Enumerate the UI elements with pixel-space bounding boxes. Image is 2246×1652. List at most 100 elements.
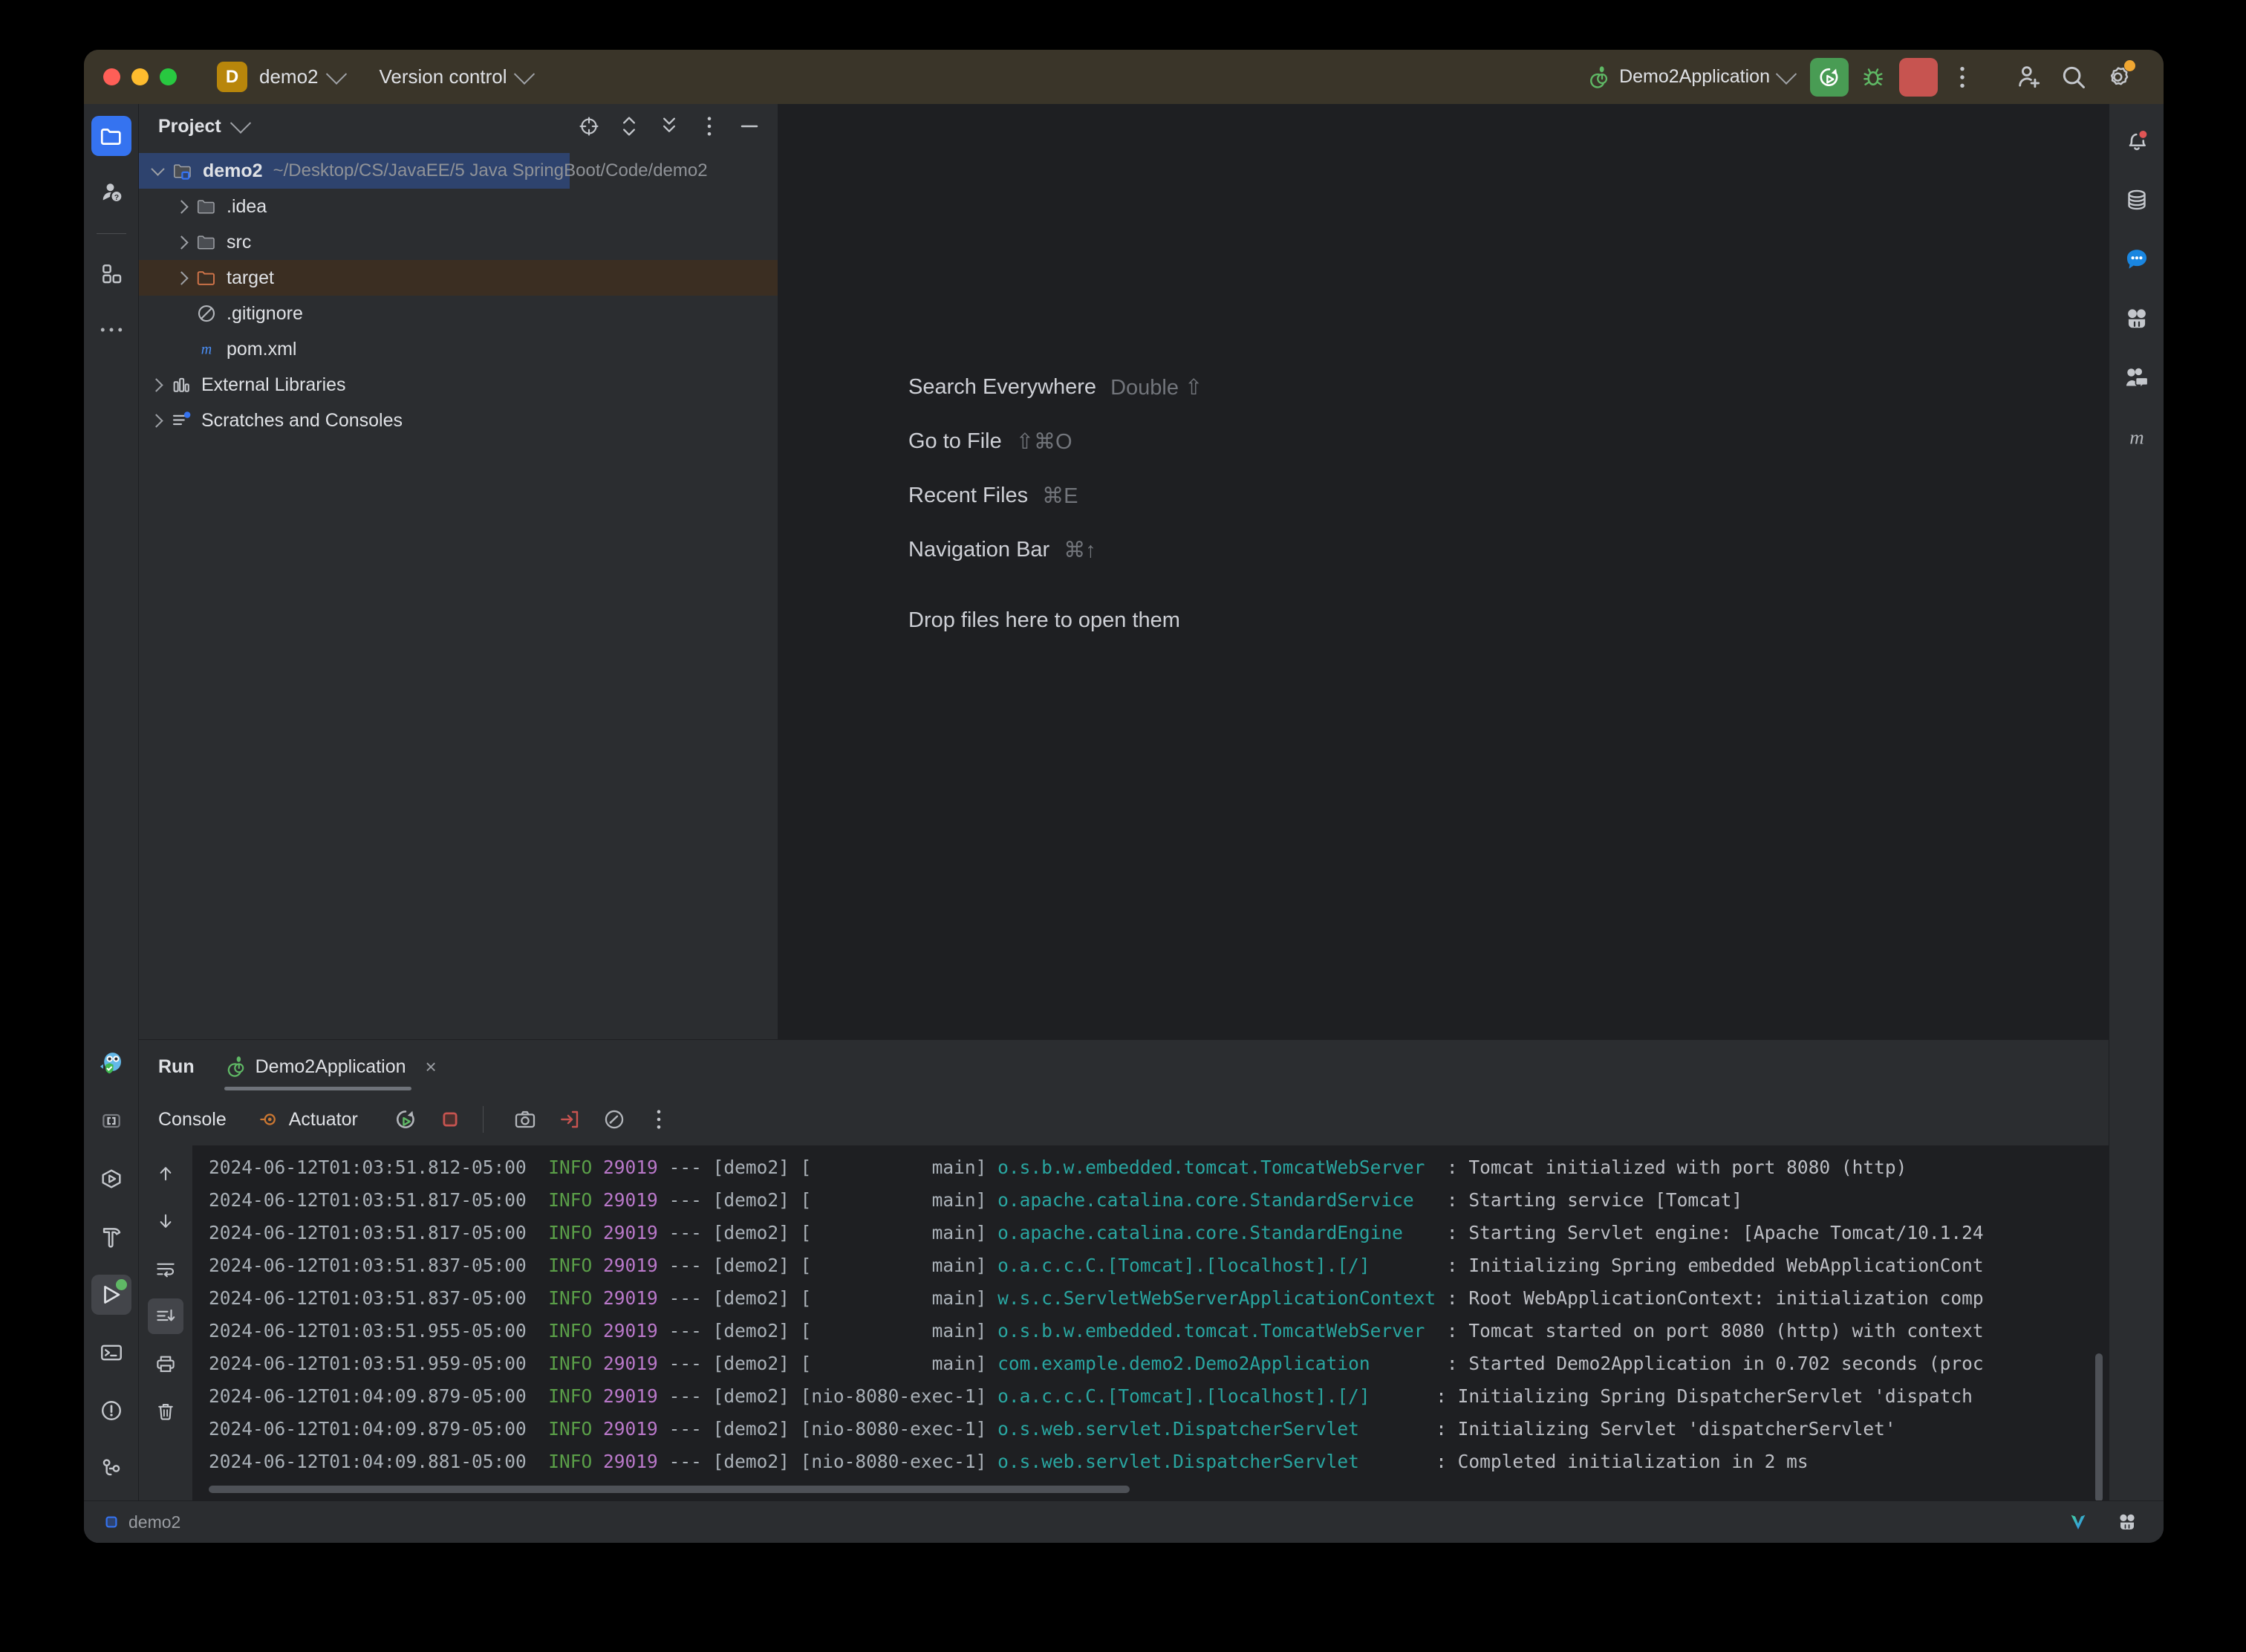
tree-row-target[interactable]: target [139, 260, 778, 296]
scroll-up-button[interactable] [148, 1156, 183, 1191]
search-button[interactable] [2054, 57, 2094, 97]
status-bar-left[interactable]: demo2 [103, 1512, 180, 1532]
chevron-right-icon[interactable] [170, 267, 192, 289]
hint-search-everywhere[interactable]: Search Everywhere Double ⇧ [908, 360, 1202, 414]
sidebar-item-code-with-me[interactable] [2117, 358, 2157, 398]
sidebar-item-build[interactable] [91, 1217, 131, 1257]
tree-row-src[interactable]: src [139, 224, 778, 260]
sidebar-item-database[interactable] [2117, 180, 2157, 220]
sidebar-item-services[interactable] [91, 1159, 131, 1199]
tree-row-pom-xml[interactable]: m pom.xml [139, 331, 778, 367]
svg-text:?: ? [114, 193, 118, 202]
console-line: 2024-06-12T01:03:51.817-05:00 INFO 29019… [209, 1189, 1743, 1211]
chevrons-updown-icon[interactable] [617, 114, 641, 138]
module-folder-icon [170, 160, 195, 182]
run-panel-toolbar: Console Actuator [139, 1093, 2109, 1145]
version-control-menu[interactable]: Version control [380, 63, 536, 88]
run-configuration-selector[interactable]: Demo2Application [1586, 63, 1797, 89]
screenshot-button[interactable] [507, 1102, 543, 1137]
tree-row-external-libraries[interactable]: External Libraries [139, 367, 778, 403]
project-chevron-down-icon[interactable] [325, 63, 347, 85]
tree-label: .gitignore [227, 302, 303, 324]
sidebar-item-terminal[interactable] [91, 1333, 131, 1373]
sidebar-item-ai-assistant[interactable] [91, 1043, 131, 1083]
sidebar-item-maven[interactable]: m [2117, 417, 2157, 458]
tree-row-demo2[interactable]: demo2 ~/Desktop/CS/JavaEE/5 Java SpringB… [139, 153, 708, 189]
tree-row-scratches-and-consoles[interactable]: Scratches and Consoles [139, 403, 778, 438]
rerun-button[interactable] [388, 1102, 423, 1137]
scratches-icon [169, 409, 194, 432]
tree-label: pom.xml [227, 338, 297, 360]
run-button[interactable] [1810, 57, 1849, 97]
tree-label: target [227, 267, 274, 288]
sidebar-item-notifications[interactable] [2117, 120, 2157, 160]
spring-boot-icon [1586, 65, 1610, 89]
svg-text:m: m [2129, 426, 2144, 449]
right-tool-window-bar: m [2109, 104, 2164, 1500]
hide-panel-icon[interactable] [738, 114, 761, 138]
console-line: 2024-06-12T01:03:51.812-05:00 INFO 29019… [209, 1157, 1907, 1178]
more-options-button[interactable] [641, 1102, 677, 1137]
close-window-button[interactable] [103, 68, 120, 85]
sidebar-item-problems[interactable] [91, 1391, 131, 1431]
title-bar: D demo2 Version control Demo2Application [84, 50, 2164, 104]
junie-status-icon[interactable] [2116, 1511, 2138, 1533]
more-actions-button[interactable] [1942, 57, 1982, 97]
sidebar-item-bookmarks[interactable] [91, 1101, 131, 1141]
editor-empty-state[interactable]: Search Everywhere Double ⇧ Go to File ⇧⌘… [778, 104, 2109, 1039]
collapse-all-icon[interactable] [657, 114, 681, 138]
chevron-right-icon[interactable] [145, 374, 167, 396]
console-output[interactable]: 2024-06-12T01:03:51.812-05:00 INFO 29019… [192, 1145, 2109, 1500]
sidebar-item-plugins[interactable] [91, 253, 131, 293]
select-opened-file-icon[interactable] [577, 114, 601, 138]
chevron-down-icon[interactable] [146, 160, 169, 182]
minimize-window-button[interactable] [131, 68, 149, 85]
vertical-ellipsis-icon[interactable] [697, 114, 721, 138]
tree-row-idea[interactable]: .idea [139, 189, 778, 224]
sidebar-item-run[interactable] [91, 1275, 131, 1315]
console-tab-label[interactable]: Console [158, 1109, 227, 1131]
sidebar-item-ai-chat[interactable] [2117, 239, 2157, 279]
print-button[interactable] [148, 1346, 183, 1382]
ide-body: ? Project demo2 ~/Desktop/CS/JavaEE/5 Ja… [84, 104, 2164, 1500]
maximize-window-button[interactable] [160, 68, 177, 85]
chevron-right-icon[interactable] [170, 231, 192, 253]
sidebar-item-junie[interactable] [2117, 299, 2157, 339]
hint-label: Navigation Bar [908, 538, 1050, 562]
maven-m-icon: m [194, 338, 219, 360]
add-user-button[interactable] [2009, 57, 2049, 97]
export-button[interactable] [552, 1102, 587, 1137]
chevron-right-icon[interactable] [170, 195, 192, 218]
close-tab-icon[interactable]: × [426, 1056, 437, 1079]
run-tab-demo2application[interactable]: Demo2Application × [224, 1040, 437, 1093]
console-horizontal-scrollbar[interactable] [209, 1486, 1130, 1493]
settings-button[interactable] [2098, 57, 2138, 97]
console-line: 2024-06-12T01:03:51.959-05:00 INFO 29019… [209, 1353, 1984, 1374]
soft-wrap-button[interactable] [148, 1251, 183, 1287]
sidebar-item-version-control[interactable] [91, 1448, 131, 1489]
clear-all-button[interactable] [148, 1394, 183, 1429]
hint-navigation-bar[interactable]: Navigation Bar ⌘↑ [908, 523, 1202, 577]
vite-status-icon[interactable] [2067, 1511, 2089, 1533]
hint-recent-files[interactable]: Recent Files ⌘E [908, 469, 1202, 523]
scroll-down-button[interactable] [148, 1203, 183, 1239]
stop-console-button[interactable] [432, 1102, 468, 1137]
left-bar-bottom-group [84, 1043, 138, 1489]
console-line: 2024-06-12T01:04:09.881-05:00 INFO 29019… [209, 1451, 1809, 1472]
tree-row-gitignore[interactable]: .gitignore [139, 296, 778, 331]
stop-button[interactable] [1899, 57, 1938, 97]
hint-go-to-file[interactable]: Go to File ⇧⌘O [908, 414, 1202, 469]
scroll-to-end-button[interactable] [148, 1298, 183, 1334]
project-panel-chevron-down-icon[interactable] [230, 112, 251, 134]
project-name-label[interactable]: demo2 [259, 65, 319, 88]
debug-button[interactable] [1853, 57, 1893, 97]
actuator-tab[interactable]: Actuator [258, 1108, 358, 1131]
chevron-right-icon[interactable] [145, 409, 167, 432]
sidebar-item-more[interactable] [91, 310, 131, 350]
profiler-button[interactable] [596, 1102, 632, 1137]
status-bar: demo2 [84, 1500, 2164, 1543]
sidebar-item-learn[interactable]: ? [91, 172, 131, 212]
sidebar-item-project[interactable] [91, 116, 131, 156]
console-vertical-scrollbar[interactable] [2095, 1353, 2103, 1500]
